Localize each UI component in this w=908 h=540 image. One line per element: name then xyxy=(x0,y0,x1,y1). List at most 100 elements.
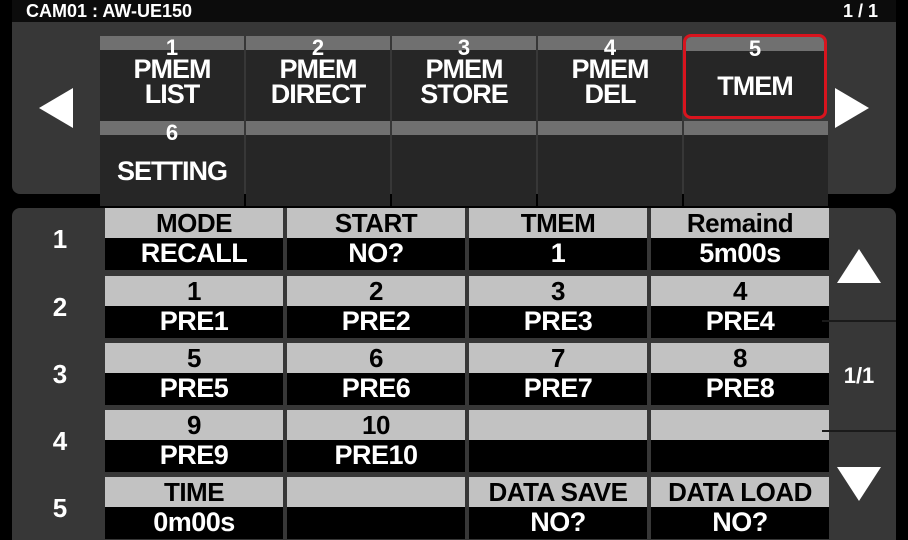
prev-menu-button[interactable] xyxy=(12,22,100,194)
left-arrow-icon xyxy=(39,88,73,128)
cell-header: MODE xyxy=(105,208,283,238)
tab-label: PMEM STORE xyxy=(420,54,509,109)
row-number: 2 xyxy=(52,291,68,322)
cell-header: 8 xyxy=(651,343,829,373)
cell-value: NO? xyxy=(530,507,586,537)
setting-cell[interactable]: START NO? xyxy=(287,208,465,270)
cell-value: PRE8 xyxy=(705,373,775,403)
cell-value: PRE6 xyxy=(341,373,411,403)
menu-tab-panel: 1 PMEM LIST 2 PMEM DIRECT 3 PMEM STORE 4… xyxy=(12,22,896,206)
tab-number: 5 xyxy=(748,36,762,61)
title-bar: CAM01 : AW-UE150 1 / 1 xyxy=(12,0,896,22)
cell-value: 5m00s xyxy=(699,238,781,268)
empty-cell xyxy=(651,410,829,472)
setting-cell[interactable]: 3 PRE3 xyxy=(469,276,647,338)
cell-value: PRE4 xyxy=(705,306,775,336)
tab-number: 6 xyxy=(165,120,179,145)
cell-value xyxy=(469,440,647,472)
camera-title: CAM01 : AW-UE150 xyxy=(26,1,193,21)
setting-cell[interactable]: 10 PRE10 xyxy=(287,410,465,472)
tab-label: PMEM LIST xyxy=(133,54,212,109)
tmem-settings-panel: 1 MODE RECALL START NO? TMEM 1 Remaind 5m00s 2 1 PR… xyxy=(12,208,896,540)
tab-empty xyxy=(392,121,536,206)
cell-value xyxy=(651,440,829,472)
cell-header: DATA LOAD xyxy=(651,477,829,507)
cell-header: 5 xyxy=(105,343,283,373)
cell-value: 0m00s xyxy=(153,507,235,537)
cell-value: PRE10 xyxy=(334,440,418,470)
cell-header: TIME xyxy=(105,477,283,507)
cell-header: 7 xyxy=(469,343,647,373)
tab-label: TMEM xyxy=(717,71,793,101)
cell-header: 4 xyxy=(651,276,829,306)
setting-cell[interactable]: TMEM 1 xyxy=(469,208,647,270)
setting-cell[interactable]: 8 PRE8 xyxy=(651,343,829,405)
cell-header: 1 xyxy=(105,276,283,306)
setting-cell[interactable]: 5 PRE5 xyxy=(105,343,283,405)
setting-cell[interactable]: DATA LOAD NO? xyxy=(651,477,829,539)
tab-pmem-store[interactable]: 3 PMEM STORE xyxy=(392,36,536,121)
tab-label: PMEM DEL xyxy=(571,54,650,109)
tmem-screen: CAM01 : AW-UE150 1 / 1 1 PMEM LIST 2 PME… xyxy=(0,0,908,540)
down-arrow-icon xyxy=(837,467,881,501)
tab-label: SETTING xyxy=(116,156,228,186)
setting-cell[interactable]: 9 PRE9 xyxy=(105,410,283,472)
cell-value: PRE9 xyxy=(159,440,229,470)
cell-value: 1 xyxy=(550,238,566,268)
empty-cell xyxy=(287,477,465,539)
row-number: 3 xyxy=(52,358,68,389)
tab-empty xyxy=(246,121,390,206)
tab-tmem[interactable]: 5 TMEM xyxy=(683,34,827,119)
setting-cell[interactable]: 2 PRE2 xyxy=(287,276,465,338)
row-number: 4 xyxy=(52,425,68,456)
tab-empty xyxy=(538,121,682,206)
cell-header: 10 xyxy=(287,410,465,440)
scroll-down-button[interactable] xyxy=(822,432,896,536)
tab-pmem-list[interactable]: 1 PMEM LIST xyxy=(100,36,244,121)
setting-cell[interactable]: DATA SAVE NO? xyxy=(469,477,647,539)
cell-value xyxy=(287,507,465,539)
cell-header: 9 xyxy=(105,410,283,440)
cell-value: PRE7 xyxy=(523,373,593,403)
cell-header: 3 xyxy=(469,276,647,306)
cell-value: PRE1 xyxy=(159,306,229,336)
page-indicator-text: 1/1 xyxy=(843,363,875,388)
tab-label: PMEM DIRECT xyxy=(270,54,367,109)
tab-setting[interactable]: 6 SETTING xyxy=(100,121,244,206)
cell-value: NO? xyxy=(712,507,768,537)
cell-header: START xyxy=(287,208,465,238)
cell-value: PRE2 xyxy=(341,306,411,336)
cell-header: DATA SAVE xyxy=(469,477,647,507)
cell-value: RECALL xyxy=(140,238,248,268)
setting-cell[interactable]: 7 PRE7 xyxy=(469,343,647,405)
up-arrow-icon xyxy=(837,249,881,283)
cell-value: PRE5 xyxy=(159,373,229,403)
cell-header: Remaind xyxy=(651,208,829,238)
scroll-column: 1/1 xyxy=(822,208,896,540)
next-menu-button[interactable] xyxy=(808,22,896,194)
cell-header xyxy=(287,477,465,507)
tab-empty xyxy=(684,121,828,206)
row-number: 1 xyxy=(52,223,68,254)
cell-header: TMEM xyxy=(469,208,647,238)
right-arrow-icon xyxy=(835,88,869,128)
page-indicator: 1/1 xyxy=(822,322,896,430)
tab-pmem-direct[interactable]: 2 PMEM DIRECT xyxy=(246,36,390,121)
setting-cell[interactable]: 6 PRE6 xyxy=(287,343,465,405)
scroll-up-button[interactable] xyxy=(822,214,896,318)
row-number: 5 xyxy=(52,492,68,523)
cell-header xyxy=(469,410,647,440)
page-number: 1 / 1 xyxy=(842,1,878,21)
setting-cell[interactable]: 4 PRE4 xyxy=(651,276,829,338)
cell-header xyxy=(651,410,829,440)
setting-cell[interactable]: Remaind 5m00s xyxy=(651,208,829,270)
cell-value: NO? xyxy=(348,238,404,268)
cell-header: 6 xyxy=(287,343,465,373)
setting-cell[interactable]: MODE RECALL xyxy=(105,208,283,270)
tab-pmem-del[interactable]: 4 PMEM DEL xyxy=(538,36,682,121)
setting-cell[interactable]: 1 PRE1 xyxy=(105,276,283,338)
setting-cell[interactable]: TIME 0m00s xyxy=(105,477,283,539)
cell-header: 2 xyxy=(287,276,465,306)
cell-value: PRE3 xyxy=(523,306,593,336)
empty-cell xyxy=(469,410,647,472)
